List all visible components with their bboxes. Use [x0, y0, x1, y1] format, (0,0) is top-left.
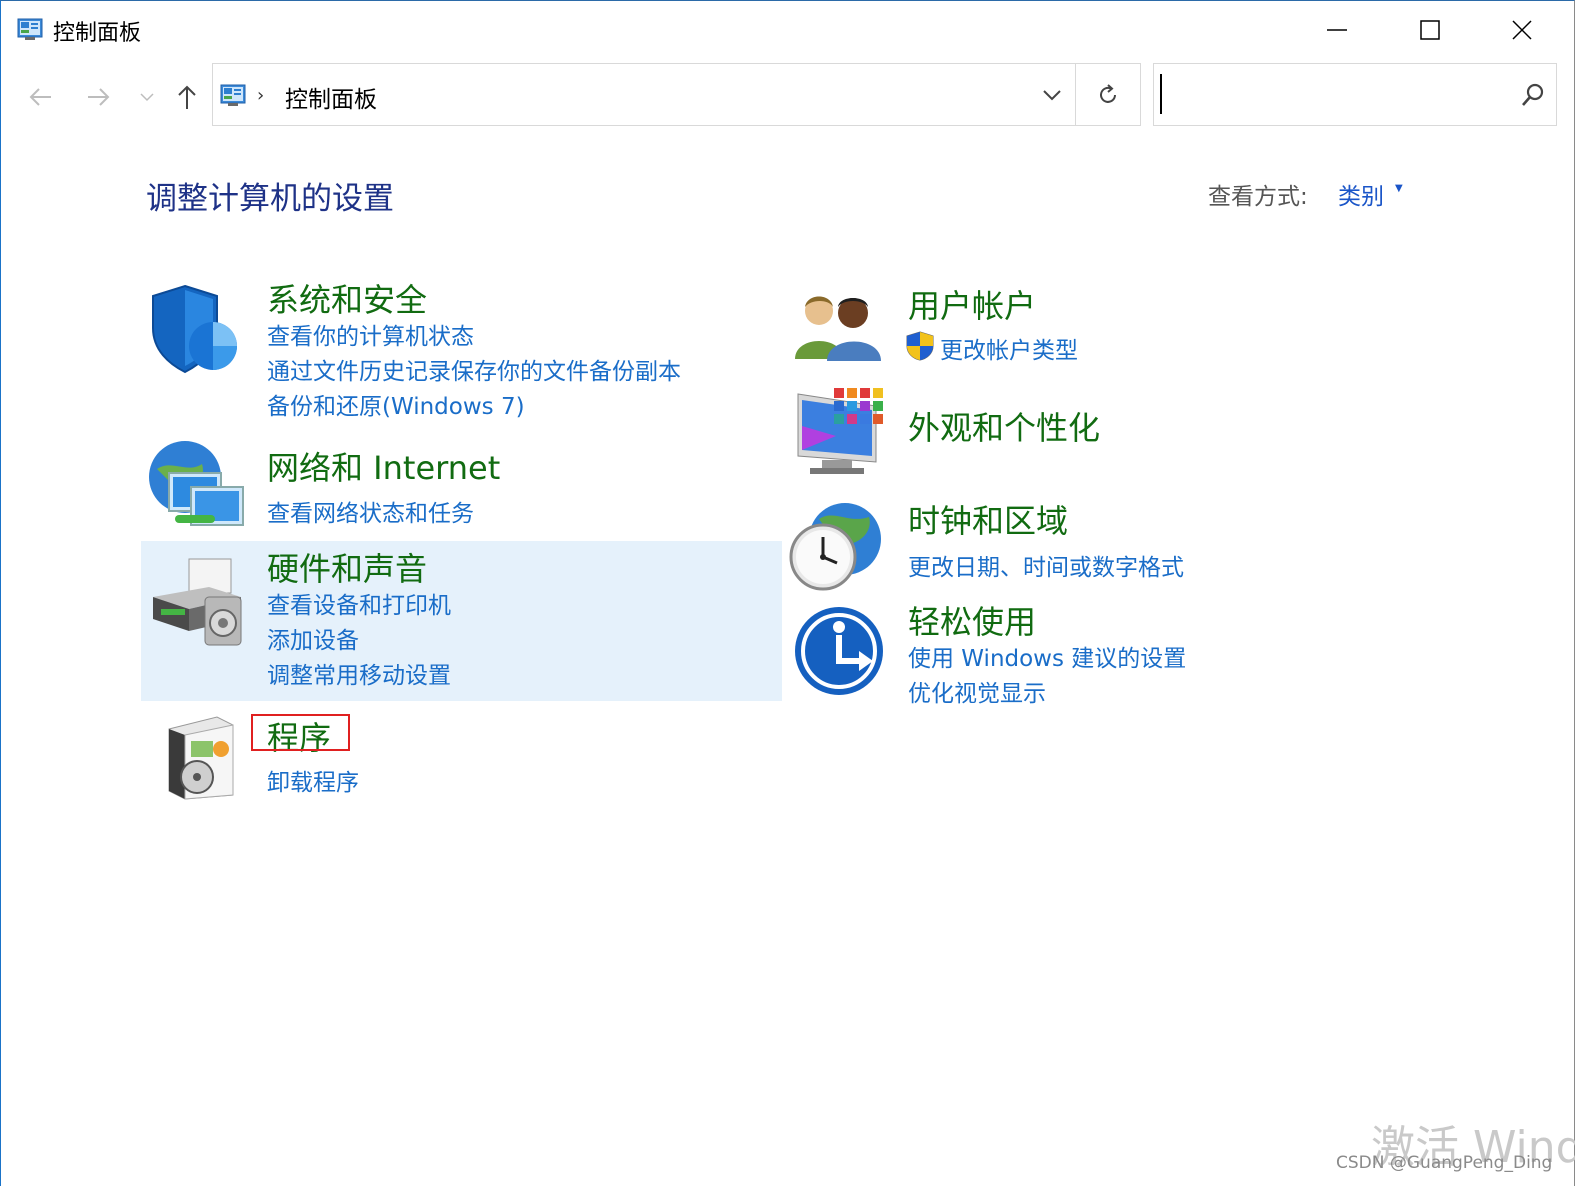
users-icon[interactable] [793, 289, 883, 367]
refresh-button[interactable] [1076, 64, 1140, 125]
maximize-button[interactable] [1384, 1, 1476, 59]
control-panel-window: 控制面板 › 控制面板 调整计算机的设置 查看方式: 类别 ▼ 系统和安全 查看… [0, 0, 1575, 1186]
highlight-box [251, 714, 350, 751]
category-title-network[interactable]: 网络和 Internet [267, 443, 500, 489]
clock-globe-icon[interactable] [789, 499, 885, 597]
breadcrumb-chevron-icon[interactable]: › [257, 85, 264, 106]
network-globe-icon[interactable] [147, 439, 247, 539]
minimize-button[interactable] [1291, 1, 1383, 59]
link-windows-suggested-settings[interactable]: 使用 Windows 建议的设置 [908, 639, 1186, 673]
link-devices-printers[interactable]: 查看设备和打印机 [267, 586, 451, 620]
link-add-device[interactable]: 添加设备 [267, 621, 359, 655]
close-button[interactable] [1476, 1, 1568, 59]
link-mobility-settings[interactable]: 调整常用移动设置 [267, 656, 451, 690]
link-change-account-type[interactable]: 更改帐户类型 [940, 331, 1078, 365]
appearance-monitor-icon[interactable] [796, 386, 888, 482]
link-view-computer-status[interactable]: 查看你的计算机状态 [267, 317, 474, 351]
programs-box-icon[interactable] [161, 715, 237, 805]
uac-shield-icon [906, 331, 934, 365]
ease-of-access-icon[interactable] [793, 605, 885, 701]
search-input[interactable] [1160, 74, 1500, 114]
arrow-right-icon [88, 88, 110, 106]
back-button[interactable] [21, 77, 61, 117]
caret-down-icon[interactable]: ▼ [1395, 183, 1403, 194]
breadcrumb-control-panel[interactable]: 控制面板 [285, 80, 377, 114]
link-file-history[interactable]: 通过文件历史记录保存你的文件备份副本 [267, 352, 681, 386]
credit-watermark: CSDN @GuangPeng_Ding [1336, 1153, 1553, 1173]
recent-locations-button[interactable] [127, 77, 167, 117]
window-title: 控制面板 [53, 21, 142, 46]
shield-icon[interactable] [151, 284, 243, 380]
arrow-up-icon [178, 85, 196, 109]
address-dropdown-button[interactable] [1028, 64, 1076, 125]
link-network-status[interactable]: 查看网络状态和任务 [267, 494, 474, 528]
close-icon [1512, 20, 1532, 40]
forward-button[interactable] [78, 77, 118, 117]
category-title-ease-of-access[interactable]: 轻松使用 [908, 597, 1036, 643]
chevron-down-icon [1043, 89, 1061, 100]
chevron-down-icon [140, 93, 154, 102]
control-panel-icon [219, 83, 247, 107]
refresh-icon [1100, 83, 1116, 103]
printer-speaker-icon[interactable] [149, 557, 245, 651]
arrow-left-icon [29, 88, 51, 106]
category-title-system-security[interactable]: 系统和安全 [267, 275, 427, 321]
page-title: 调整计算机的设置 [146, 181, 394, 217]
title-bar: 控制面板 [1, 1, 1574, 59]
minimize-icon [1327, 29, 1347, 31]
link-optimize-visual-display[interactable]: 优化视觉显示 [908, 674, 1046, 708]
search-box[interactable] [1153, 63, 1557, 126]
control-panel-icon [17, 17, 43, 41]
view-by-dropdown[interactable]: 类别 [1338, 177, 1384, 211]
category-title-user-accounts[interactable]: 用户帐户 [908, 281, 1036, 327]
category-title-clock-region[interactable]: 时钟和区域 [908, 496, 1068, 542]
maximize-icon [1420, 20, 1440, 40]
link-backup-restore[interactable]: 备份和还原(Windows 7) [267, 387, 525, 421]
link-uninstall-program[interactable]: 卸载程序 [267, 763, 359, 797]
search-icon[interactable] [1520, 82, 1546, 112]
address-bar[interactable]: › 控制面板 [212, 63, 1141, 126]
view-by-label: 查看方式: [1208, 184, 1308, 210]
up-button[interactable] [167, 77, 207, 117]
category-title-appearance[interactable]: 外观和个性化 [908, 403, 1100, 449]
category-title-hardware[interactable]: 硬件和声音 [267, 544, 427, 590]
link-change-date-time-format[interactable]: 更改日期、时间或数字格式 [908, 548, 1184, 582]
